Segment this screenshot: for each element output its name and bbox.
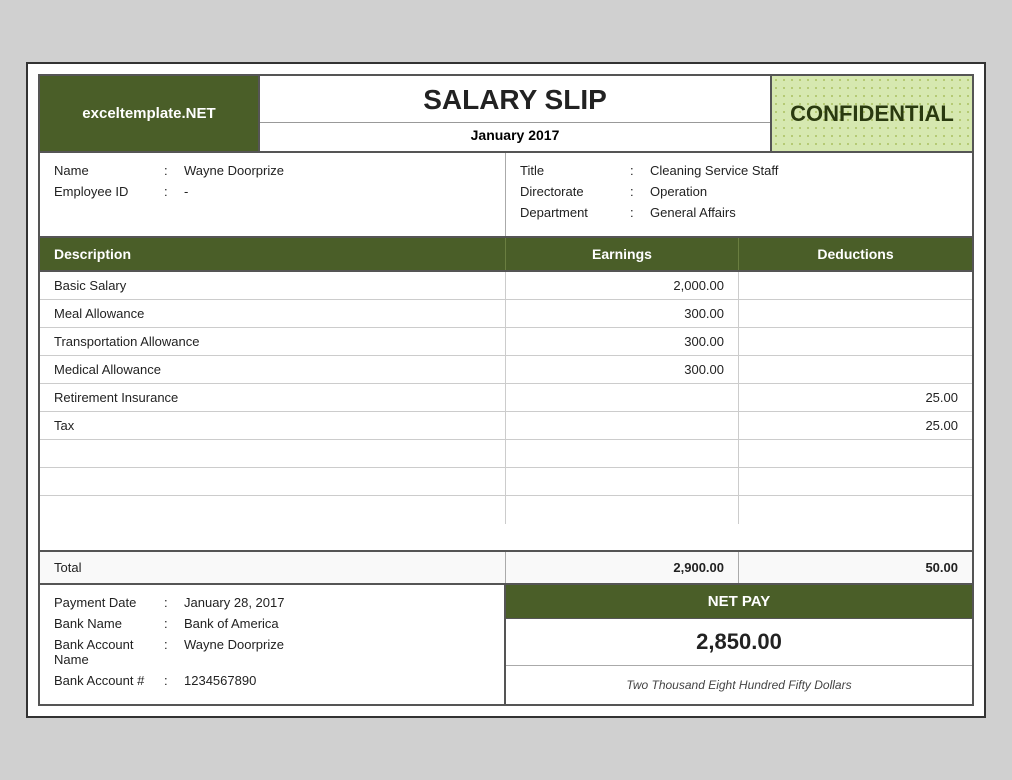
payment-date-label: Payment Date bbox=[54, 595, 164, 610]
directorate-label: Directorate bbox=[520, 184, 630, 199]
bank-account-num-value: 1234567890 bbox=[184, 673, 256, 688]
cell-deductions bbox=[739, 328, 972, 355]
bank-name-value: Bank of America bbox=[184, 616, 279, 631]
cell-earnings bbox=[506, 496, 739, 524]
cell-description: Tax bbox=[40, 412, 506, 439]
cell-earnings bbox=[506, 440, 739, 467]
table-row: Transportation Allowance 300.00 bbox=[40, 328, 972, 356]
payment-date-colon: : bbox=[164, 595, 184, 610]
employee-id-row: Employee ID : - bbox=[54, 184, 491, 199]
table-row: Meal Allowance 300.00 bbox=[40, 300, 972, 328]
footer-left: Payment Date : January 28, 2017 Bank Nam… bbox=[40, 585, 506, 704]
cell-deductions bbox=[739, 272, 972, 299]
logo-text: exceltemplate.NET bbox=[82, 105, 215, 122]
total-deductions: 50.00 bbox=[739, 552, 972, 583]
header-section: exceltemplate.NET SALARY SLIP January 20… bbox=[40, 76, 972, 153]
cell-deductions bbox=[739, 496, 972, 524]
bank-account-name-row: Bank Account Name : Wayne Doorprize bbox=[54, 637, 490, 667]
name-value: Wayne Doorprize bbox=[184, 163, 284, 178]
employee-id-colon: : bbox=[164, 184, 184, 199]
bank-account-name-value: Wayne Doorprize bbox=[184, 637, 284, 652]
payment-date-value: January 28, 2017 bbox=[184, 595, 284, 610]
empty-row bbox=[40, 496, 972, 524]
cell-description bbox=[40, 496, 506, 524]
bank-account-num-row: Bank Account # : 1234567890 bbox=[54, 673, 490, 688]
total-label: Total bbox=[40, 552, 506, 583]
cell-deductions bbox=[739, 440, 972, 467]
cell-deductions bbox=[739, 300, 972, 327]
logo: exceltemplate.NET bbox=[40, 76, 260, 151]
employee-info: Name : Wayne Doorprize Employee ID : - T… bbox=[40, 153, 972, 238]
cell-description: Basic Salary bbox=[40, 272, 506, 299]
bank-name-row: Bank Name : Bank of America bbox=[54, 616, 490, 631]
bank-account-num-label: Bank Account # bbox=[54, 673, 164, 688]
footer-section: Payment Date : January 28, 2017 Bank Nam… bbox=[40, 585, 972, 704]
table-header: Description Earnings Deductions bbox=[40, 238, 972, 272]
bank-account-num-colon: : bbox=[164, 673, 184, 688]
cell-earnings: 300.00 bbox=[506, 328, 739, 355]
cell-deductions: 25.00 bbox=[739, 384, 972, 411]
col-earnings-header: Earnings bbox=[506, 238, 739, 270]
department-value: General Affairs bbox=[650, 205, 736, 220]
table-row: Tax 25.00 bbox=[40, 412, 972, 440]
cell-description: Retirement Insurance bbox=[40, 384, 506, 411]
department-label: Department bbox=[520, 205, 630, 220]
bank-account-name-label: Bank Account Name bbox=[54, 637, 164, 667]
bank-name-colon: : bbox=[164, 616, 184, 631]
department-colon: : bbox=[630, 205, 650, 220]
payment-date-row: Payment Date : January 28, 2017 bbox=[54, 595, 490, 610]
name-label: Name bbox=[54, 163, 164, 178]
cell-earnings bbox=[506, 384, 739, 411]
title-label: Title bbox=[520, 163, 630, 178]
cell-deductions bbox=[739, 468, 972, 495]
title-colon: : bbox=[630, 163, 650, 178]
confidential-badge: CONFIDENTIAL bbox=[772, 76, 972, 151]
cell-earnings: 2,000.00 bbox=[506, 272, 739, 299]
title-value: Cleaning Service Staff bbox=[650, 163, 778, 178]
salary-slip-page: exceltemplate.NET SALARY SLIP January 20… bbox=[26, 62, 986, 718]
table-body: Basic Salary 2,000.00 Meal Allowance 300… bbox=[40, 272, 972, 552]
cell-description: Meal Allowance bbox=[40, 300, 506, 327]
directorate-colon: : bbox=[630, 184, 650, 199]
cell-earnings bbox=[506, 468, 739, 495]
bank-name-label: Bank Name bbox=[54, 616, 164, 631]
header-month: January 2017 bbox=[260, 122, 770, 151]
confidential-text: CONFIDENTIAL bbox=[790, 101, 954, 127]
cell-description: Transportation Allowance bbox=[40, 328, 506, 355]
cell-deductions: 25.00 bbox=[739, 412, 972, 439]
cell-description: Medical Allowance bbox=[40, 356, 506, 383]
cell-earnings: 300.00 bbox=[506, 300, 739, 327]
cell-description bbox=[40, 468, 506, 495]
col-deductions-header: Deductions bbox=[739, 238, 972, 270]
department-row: Department : General Affairs bbox=[520, 205, 958, 220]
table-row: Retirement Insurance 25.00 bbox=[40, 384, 972, 412]
total-row: Total 2,900.00 50.00 bbox=[40, 552, 972, 585]
employee-info-right: Title : Cleaning Service Staff Directora… bbox=[506, 153, 972, 236]
name-row: Name : Wayne Doorprize bbox=[54, 163, 491, 178]
cell-earnings bbox=[506, 412, 739, 439]
table-row: Medical Allowance 300.00 bbox=[40, 356, 972, 384]
title-row: Title : Cleaning Service Staff bbox=[520, 163, 958, 178]
employee-id-label: Employee ID bbox=[54, 184, 164, 199]
cell-description bbox=[40, 440, 506, 467]
table-row: Basic Salary 2,000.00 bbox=[40, 272, 972, 300]
net-pay-value: 2,850.00 bbox=[506, 619, 972, 666]
empty-row bbox=[40, 440, 972, 468]
bank-account-name-colon: : bbox=[164, 637, 184, 652]
employee-id-value: - bbox=[184, 184, 188, 199]
directorate-row: Directorate : Operation bbox=[520, 184, 958, 199]
cell-earnings: 300.00 bbox=[506, 356, 739, 383]
total-earnings: 2,900.00 bbox=[506, 552, 739, 583]
salary-slip-title: SALARY SLIP bbox=[423, 76, 607, 118]
name-colon: : bbox=[164, 163, 184, 178]
cell-deductions bbox=[739, 356, 972, 383]
footer-right: NET PAY 2,850.00 Two Thousand Eight Hund… bbox=[506, 585, 972, 704]
net-pay-label: NET PAY bbox=[506, 585, 972, 619]
employee-info-left: Name : Wayne Doorprize Employee ID : - bbox=[40, 153, 506, 236]
col-description-header: Description bbox=[40, 238, 506, 270]
header-center: SALARY SLIP January 2017 bbox=[260, 76, 772, 151]
empty-row bbox=[40, 468, 972, 496]
directorate-value: Operation bbox=[650, 184, 707, 199]
net-pay-words: Two Thousand Eight Hundred Fifty Dollars bbox=[506, 666, 972, 704]
